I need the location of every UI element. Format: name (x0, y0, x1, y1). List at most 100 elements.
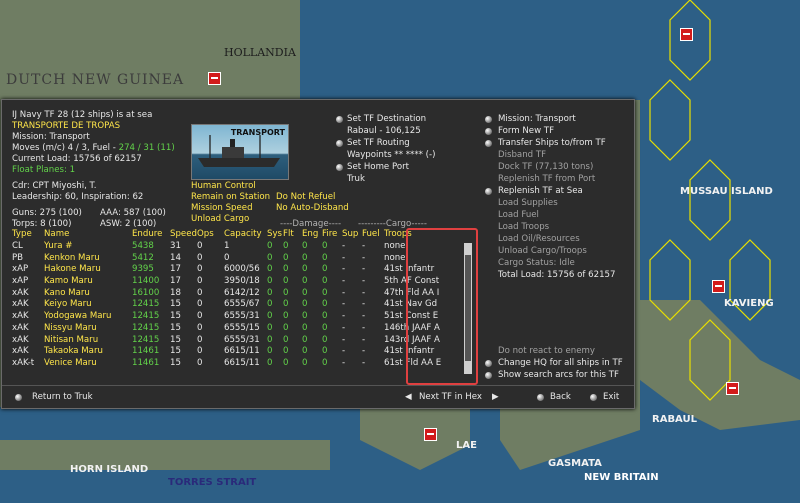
unit-marker[interactable] (424, 428, 437, 441)
tf-commander[interactable]: Cdr: CPT Miyoshi, T. (12, 181, 97, 192)
tf-guns: Guns: 275 (100) (12, 208, 82, 218)
table-cell: 0 (302, 241, 308, 252)
col-capacity[interactable]: Capacity (224, 229, 267, 241)
table-cell: 0 (283, 346, 289, 357)
radio-bullet-icon[interactable] (485, 372, 492, 379)
table-cell[interactable]: Keiyo Maru (44, 299, 132, 311)
table-row[interactable]: xAK Nissyu Maru 12415 15 0 6555/15 0 0 0 0- -146th… (12, 323, 446, 335)
table-cell: 6000/56 (224, 264, 260, 275)
exit-button[interactable]: Exit (603, 392, 619, 403)
radio-bullet-icon[interactable] (485, 128, 492, 135)
show-search-arcs-button[interactable]: Show search arcs for this TF (498, 370, 619, 381)
next-arrow-icon[interactable]: ▶ (492, 392, 499, 403)
table-row[interactable]: xAK Keiyo Maru 12415 15 0 6555/67 0 0 0 0- -41st N… (12, 299, 446, 311)
table-cell: xAK (12, 346, 29, 357)
table-cell: 0 (283, 357, 289, 368)
change-hq-button[interactable]: Change HQ for all ships in TF (498, 358, 623, 369)
table-cell[interactable]: Kenkon Maru (44, 252, 132, 264)
table-cell[interactable]: Nitisan Maru (44, 334, 132, 346)
table-cell[interactable]: Yodogawa Maru (44, 311, 132, 323)
human-control-toggle[interactable]: Human Control (191, 181, 256, 192)
table-row[interactable]: xAK-t Venice Maru 11461 15 0 6615/11 0 0 0 0- -61s… (12, 358, 446, 370)
col-type[interactable]: Type (12, 229, 44, 241)
radio-bullet-icon[interactable] (336, 164, 343, 171)
do-not-refuel-toggle[interactable]: Do Not Refuel (276, 192, 335, 203)
destination-value: Rabaul - 106,125 (347, 126, 421, 136)
mission-transport-button[interactable]: Mission: Transport (498, 114, 576, 125)
table-cell: 0 (267, 241, 273, 252)
do-not-react-option[interactable]: Do not react to enemy (498, 346, 595, 357)
unit-marker[interactable] (726, 382, 739, 395)
ships-table-scrollbar[interactable] (464, 243, 472, 374)
table-row[interactable]: xAK Takaoka Maru 11461 15 0 6615/11 0 0 0 0- -41st… (12, 346, 446, 358)
col-ops[interactable]: Ops (197, 229, 224, 241)
replenish-at-sea-button[interactable]: Replenish TF at Sea (498, 186, 583, 197)
table-row[interactable]: CL Yura #5438 31 0 1 0 0 0 0- - none (12, 241, 446, 253)
prev-arrow-icon[interactable]: ◀ (405, 392, 412, 403)
radio-bullet-icon[interactable] (590, 394, 597, 401)
table-cell: 6142/12 (224, 287, 260, 298)
back-button[interactable]: Back (550, 392, 571, 403)
col-fire[interactable]: Fire (322, 229, 342, 241)
set-home-port-button[interactable]: Set Home Port (347, 162, 409, 173)
radio-bullet-icon[interactable] (485, 188, 492, 195)
unload-cargo-toggle[interactable]: Unload Cargo (191, 214, 249, 225)
col-endure[interactable]: Endure (132, 229, 170, 241)
table-row[interactable]: xAK Nitisan Maru 12415 15 0 6555/31 0 0 0 0- -143r… (12, 334, 446, 346)
remain-on-station-toggle[interactable]: Remain on Station (191, 192, 270, 203)
tf-moves-label: Moves (m/c) 4 / 3, Fuel - (12, 143, 119, 153)
map-label-mussau-island: MUSSAU ISLAND (680, 186, 773, 197)
col-name[interactable]: Name (44, 229, 132, 241)
table-cell: 0 (283, 299, 289, 310)
map-label-torres-strait: TORRES STRAIT (168, 477, 257, 488)
unit-marker[interactable] (680, 28, 693, 41)
radio-bullet-icon[interactable] (485, 140, 492, 147)
table-cell[interactable]: Nissyu Maru (44, 323, 132, 335)
map-label-new-britain: NEW BRITAIN (584, 472, 659, 483)
table-row[interactable]: xAK Kano Maru 16100 18 0 6142/12 0 0 0 0- -47th Fl… (12, 287, 446, 299)
table-cell[interactable]: Hakone Maru (44, 264, 132, 276)
col-sys[interactable]: Sys (267, 229, 283, 241)
table-cell: 0 (267, 299, 273, 310)
waypoints-value: Waypoints ** **** (-) (347, 150, 436, 160)
radio-bullet-icon[interactable] (336, 116, 343, 123)
table-row[interactable]: PB Kenkon Maru 5412 14 0 0 0 0 0 0- - none (12, 252, 446, 264)
form-new-tf-button[interactable]: Form New TF (498, 126, 554, 137)
table-cell: 0 (322, 287, 328, 298)
mission-speed-toggle[interactable]: Mission Speed (191, 203, 253, 214)
table-header-row: Type Name Endure Speed Ops Capacity Sys … (12, 229, 446, 241)
table-cell: 11461 (132, 357, 160, 368)
table-cell[interactable]: Venice Maru (44, 358, 132, 370)
table-cell: 0 (197, 264, 203, 275)
table-cell[interactable]: Yura # (44, 241, 132, 253)
radio-bullet-icon[interactable] (537, 394, 544, 401)
col-eng[interactable]: Eng (302, 229, 322, 241)
set-tf-routing-button[interactable]: Set TF Routing (347, 138, 410, 149)
tf-name[interactable]: TRANSPORTE DE TROPAS (12, 121, 120, 132)
set-tf-destination-button[interactable]: Set TF Destination (347, 114, 426, 125)
radio-bullet-icon[interactable] (15, 394, 22, 401)
col-sup[interactable]: Sup (342, 229, 362, 241)
table-cell[interactable]: Takaoka Maru (44, 346, 132, 358)
table-row[interactable]: xAP Hakone Maru 9395 17 0 6000/56 0 0 0 0- -41st I… (12, 264, 446, 276)
table-cell[interactable]: Kamo Maru (44, 276, 132, 288)
unit-marker[interactable] (712, 280, 725, 293)
radio-bullet-icon[interactable] (485, 116, 492, 123)
col-flt[interactable]: Flt (283, 229, 302, 241)
scrollbar-thumb[interactable] (465, 255, 471, 361)
unit-marker[interactable] (208, 72, 221, 85)
table-cell: 0 (322, 299, 328, 310)
ship-class-image: TRANSPORT (191, 124, 289, 180)
table-cell: 15 (170, 311, 181, 322)
return-to-truk-button[interactable]: Return to Truk (32, 392, 93, 403)
col-speed[interactable]: Speed (170, 229, 197, 241)
radio-bullet-icon[interactable] (485, 360, 492, 367)
table-cell[interactable]: Kano Maru (44, 287, 132, 299)
next-tf-in-hex-button[interactable]: Next TF in Hex (419, 392, 482, 403)
col-fuel[interactable]: Fuel (362, 229, 384, 241)
transfer-ships-button[interactable]: Transfer Ships to/from TF (498, 138, 606, 149)
no-auto-disband-toggle[interactable]: No Auto-Disband (276, 203, 349, 214)
table-row[interactable]: xAK Yodogawa Maru 12415 15 0 6555/31 0 0 0 0- -51s… (12, 311, 446, 323)
radio-bullet-icon[interactable] (336, 140, 343, 147)
table-row[interactable]: xAP Kamo Maru 11400 17 0 3950/18 0 0 0 0- -5th AF … (12, 276, 446, 288)
